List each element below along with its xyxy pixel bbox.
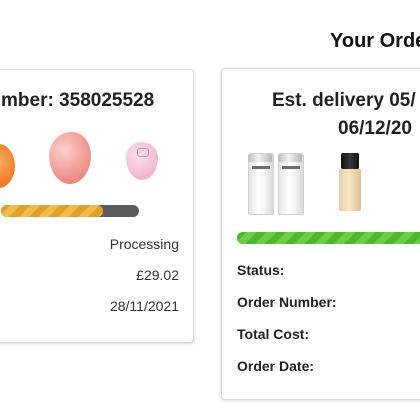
product-image-pink-sponge[interactable] bbox=[49, 132, 91, 184]
total-cost-label: Total Cost: bbox=[237, 326, 310, 342]
delivery-estimate-heading: Est. delivery 05/ 06/12/20 bbox=[222, 87, 420, 143]
order-card[interactable]: mber: 358025528 Processing £29.02 28/11/… bbox=[0, 69, 194, 343]
order-card[interactable]: Est. delivery 05/ 06/12/20 Status: Order… bbox=[221, 68, 420, 400]
order-date-value: 28/11/2021 bbox=[109, 298, 179, 314]
page-title: Your Orde bbox=[330, 30, 420, 52]
orders-page: Your Orde mber: 358025528 Processing £29… bbox=[0, 0, 420, 420]
product-image-shampoo-bottle[interactable] bbox=[278, 153, 304, 215]
delivery-estimate-line2: 06/12/20 bbox=[338, 118, 412, 139]
product-image-light-pink-sponge[interactable] bbox=[126, 142, 158, 180]
order-total-value: £29.02 bbox=[136, 267, 179, 283]
order-date-label: Order Date: bbox=[237, 358, 315, 374]
product-image-shampoo-bottle[interactable] bbox=[248, 153, 274, 215]
product-image-foundation-bottle[interactable] bbox=[339, 153, 361, 211]
order-progress-bar bbox=[1, 205, 139, 217]
brand-mark bbox=[137, 148, 149, 157]
order-status-value: Processing bbox=[109, 236, 179, 252]
product-image-orange-sponge[interactable] bbox=[0, 144, 15, 188]
order-progress-bar bbox=[237, 232, 420, 244]
delivery-estimate-line1: Est. delivery 05/ bbox=[272, 90, 416, 111]
status-label: Status: bbox=[237, 262, 285, 278]
order-number-heading: mber: 358025528 bbox=[1, 90, 155, 111]
order-progress-fill bbox=[1, 205, 104, 217]
order-progress-fill bbox=[237, 232, 420, 244]
order-number-label: Order Number: bbox=[237, 294, 337, 310]
